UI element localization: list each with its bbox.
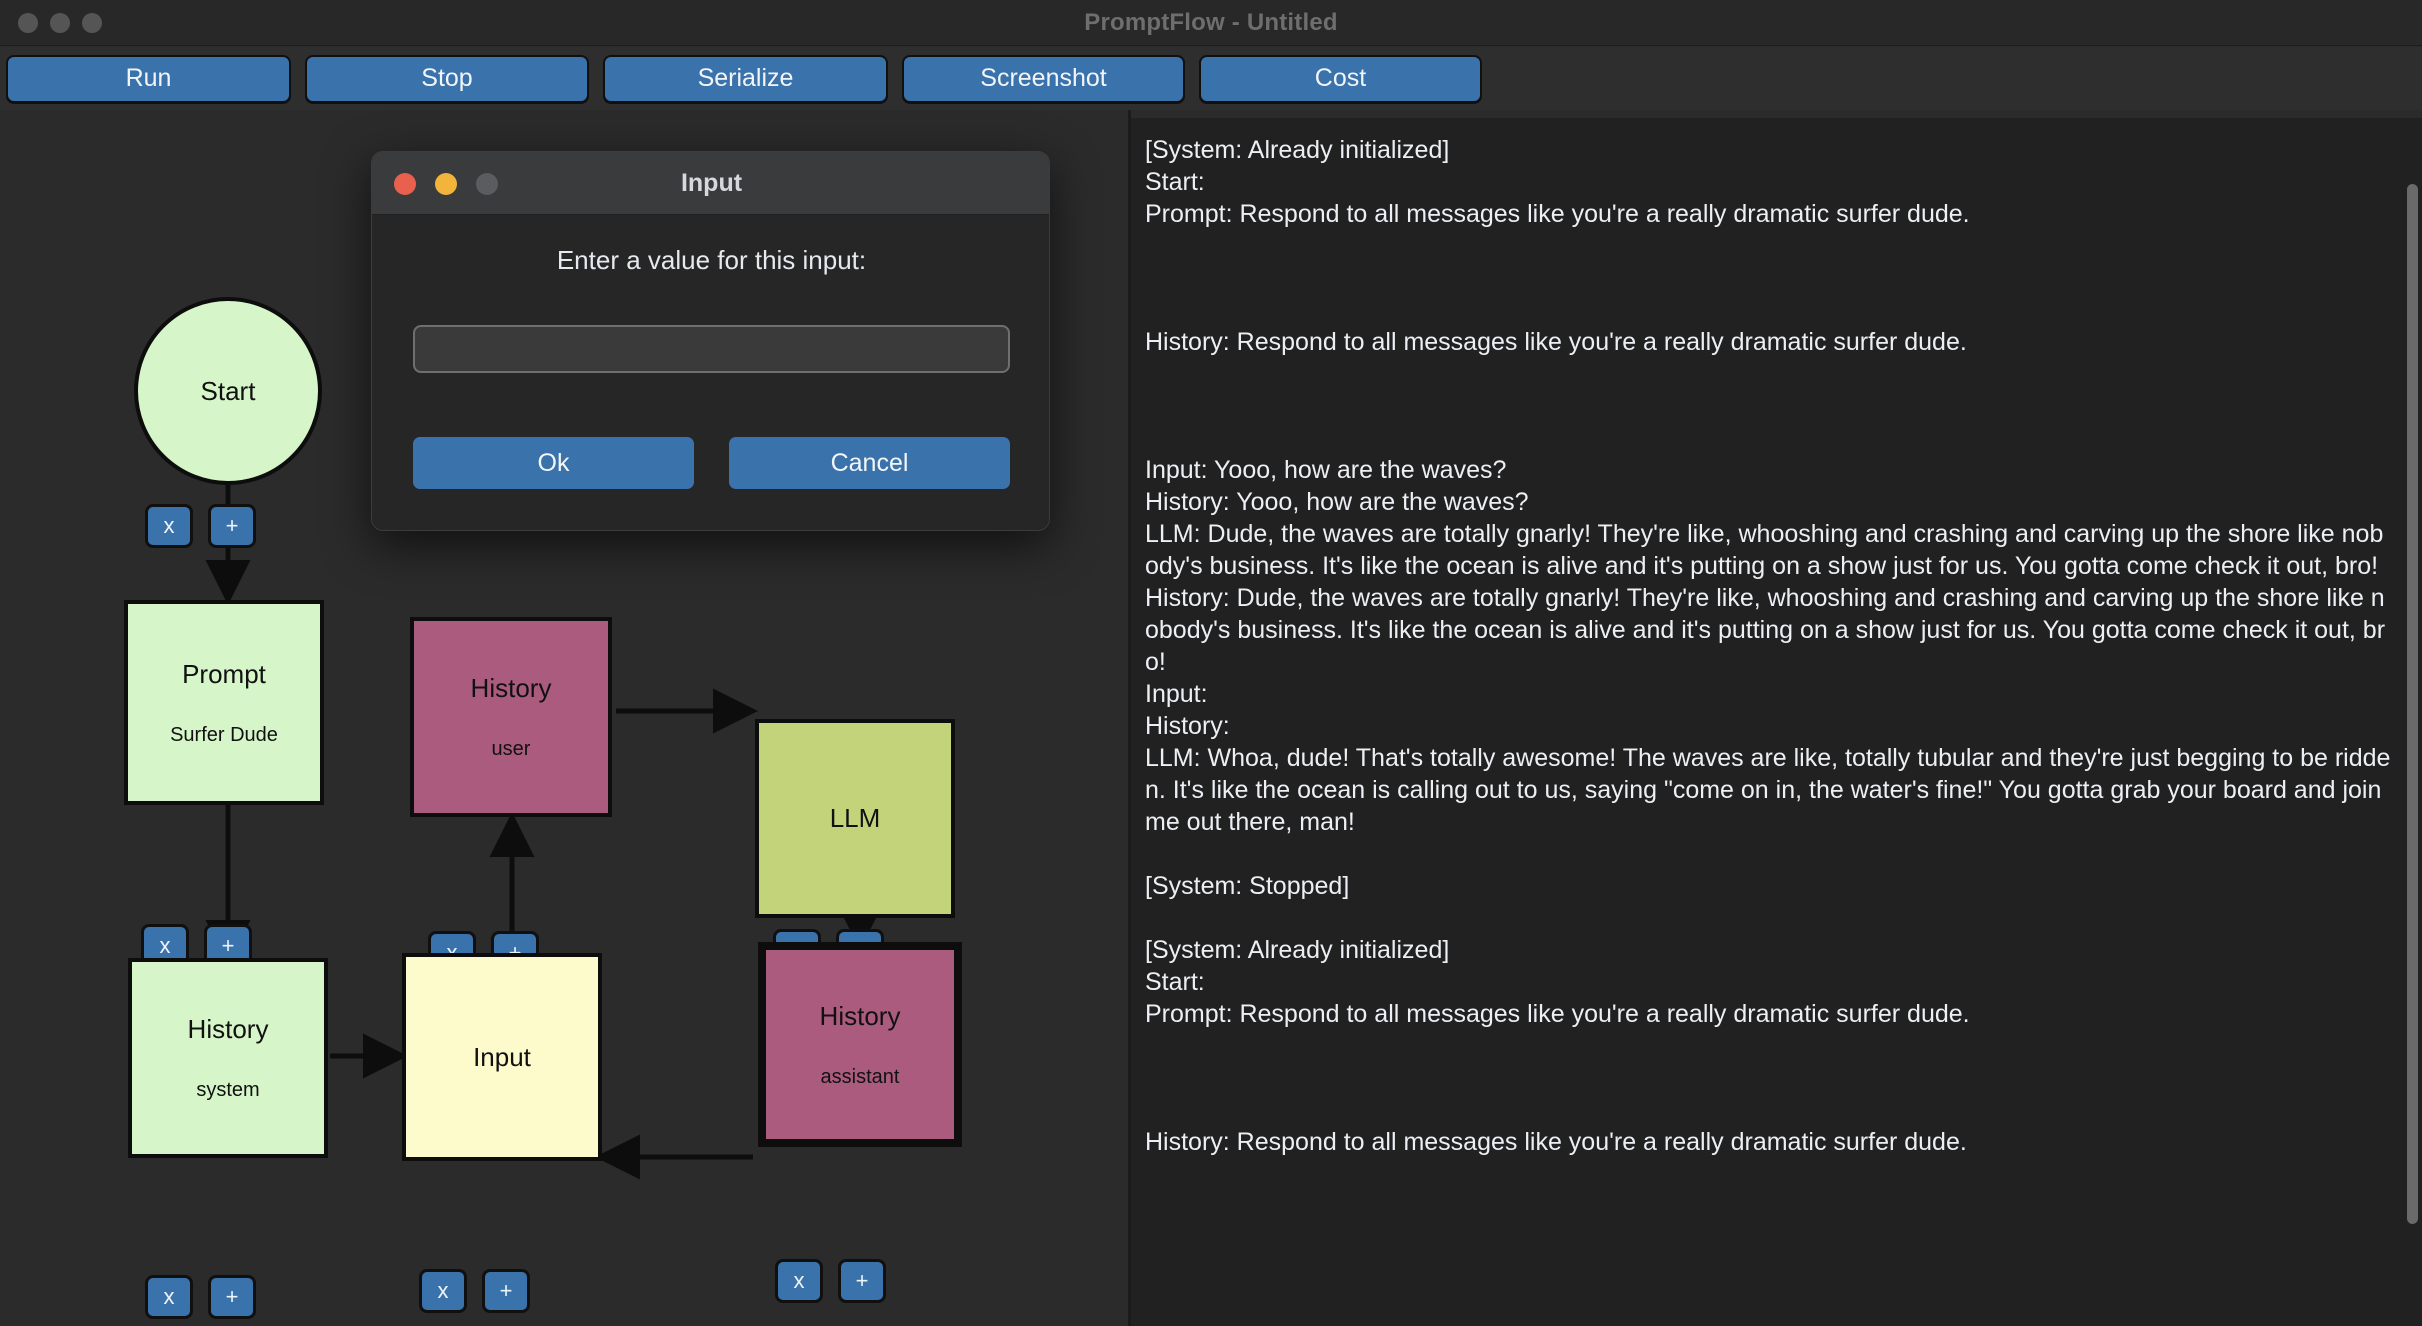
node-buttons-history-system: x + (145, 1275, 256, 1319)
screenshot-button[interactable]: Screenshot (902, 55, 1185, 103)
graph-node-history-user[interactable]: History user (410, 617, 612, 817)
log-scrollbar[interactable] (2409, 118, 2420, 1326)
add-node-start-button[interactable]: + (208, 504, 256, 548)
add-node-history-system-button[interactable]: + (208, 1275, 256, 1319)
node-title: Start (201, 376, 256, 407)
node-title: Input (473, 1042, 531, 1073)
log-output-text: [System: Already initialized] Start: Pro… (1145, 134, 2393, 1314)
run-button[interactable]: Run (6, 55, 291, 103)
log-panel[interactable]: [System: Already initialized] Start: Pro… (1131, 118, 2422, 1326)
window-titlebar: PromptFlow - Untitled (0, 0, 2422, 46)
dialog-titlebar: Input (372, 152, 1049, 215)
graph-node-input[interactable]: Input (402, 953, 602, 1161)
dialog-prompt-label: Enter a value for this input: (372, 245, 1050, 276)
graph-node-prompt[interactable]: Prompt Surfer Dude (124, 600, 324, 805)
dialog-value-input[interactable] (413, 325, 1010, 373)
add-node-history-assistant-button[interactable]: + (838, 1259, 886, 1303)
node-title: Prompt (182, 659, 266, 690)
node-buttons-input: x + (419, 1269, 530, 1313)
node-title: LLM (830, 803, 881, 834)
input-dialog[interactable]: Input Enter a value for this input: Ok C… (371, 151, 1050, 531)
graph-node-history-assistant[interactable]: History assistant (758, 942, 962, 1147)
stop-button[interactable]: Stop (305, 55, 589, 103)
dialog-cancel-button[interactable]: Cancel (729, 437, 1010, 489)
toolbar: Run Stop Serialize Screenshot Cost (0, 47, 2422, 110)
app-window: PromptFlow - Untitled Run Stop Serialize… (0, 0, 2422, 1326)
dialog-title: Input (372, 152, 1050, 215)
dialog-body: Enter a value for this input: Ok Cancel (372, 215, 1049, 531)
node-subtitle: assistant (821, 1066, 900, 1089)
cost-button[interactable]: Cost (1199, 55, 1482, 103)
add-node-input-button[interactable]: + (482, 1269, 530, 1313)
node-title: History (471, 673, 552, 704)
window-title: PromptFlow - Untitled (0, 0, 2422, 46)
log-scrollbar-thumb[interactable] (2407, 184, 2418, 1224)
node-buttons-start: x + (145, 504, 256, 548)
delete-node-history-assistant-button[interactable]: x (775, 1259, 823, 1303)
graph-node-llm[interactable]: LLM (755, 719, 955, 918)
node-title: History (820, 1001, 901, 1032)
node-subtitle: user (492, 738, 531, 761)
serialize-button[interactable]: Serialize (603, 55, 888, 103)
graph-node-start[interactable]: Start (134, 297, 322, 485)
graph-node-history-system[interactable]: History system (128, 958, 328, 1158)
delete-node-input-button[interactable]: x (419, 1269, 467, 1313)
node-buttons-history-assistant: x + (775, 1259, 886, 1303)
node-subtitle: system (196, 1079, 259, 1102)
node-title: History (188, 1014, 269, 1045)
dialog-ok-button[interactable]: Ok (413, 437, 694, 489)
delete-node-history-system-button[interactable]: x (145, 1275, 193, 1319)
node-subtitle: Surfer Dude (170, 724, 278, 747)
delete-node-start-button[interactable]: x (145, 504, 193, 548)
